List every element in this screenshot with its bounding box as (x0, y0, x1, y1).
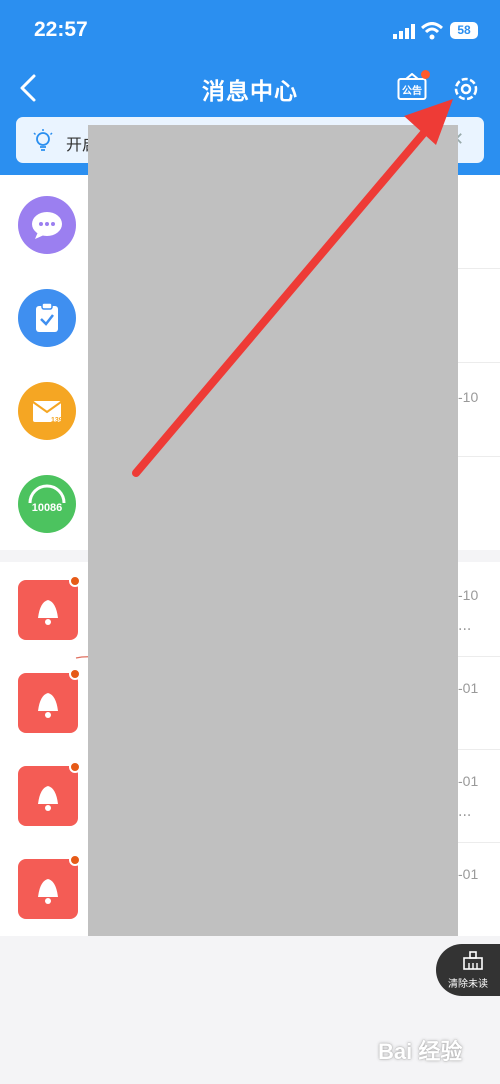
watermark: Bai 经验 (378, 1039, 463, 1064)
annotation-arrow (132, 99, 453, 477)
broom-icon (463, 951, 483, 970)
clear-unread-label: 清除未读 (448, 979, 488, 990)
